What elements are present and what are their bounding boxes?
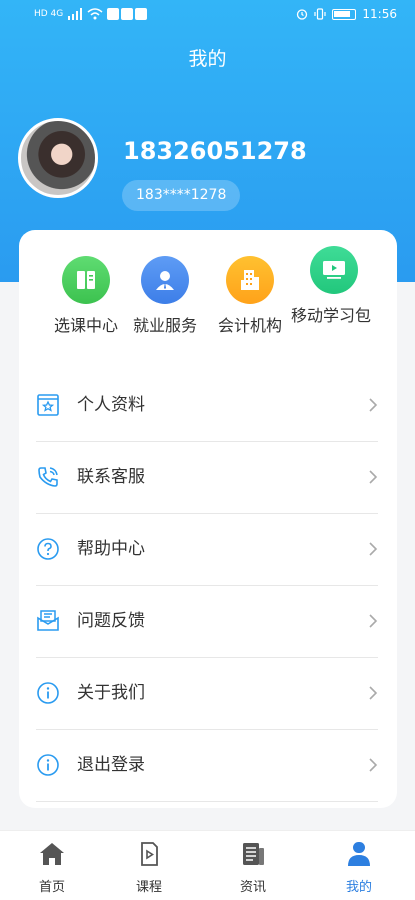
vibrate-icon: [314, 8, 327, 20]
tab-label: 课程: [135, 880, 162, 895]
battery-icon: [332, 8, 357, 20]
menu-item-label: 关于我们: [77, 683, 145, 703]
news-icon: [243, 843, 264, 865]
building-icon: [226, 256, 274, 304]
home-icon: [40, 843, 64, 865]
avatar[interactable]: [18, 118, 98, 198]
menu-item-logout[interactable]: 退出登录: [19, 730, 397, 802]
menu-item-about[interactable]: 关于我们: [19, 658, 397, 730]
quick-actions: 选课中心 就业服务 会计机构 移动学习包: [19, 240, 397, 380]
phone-icon: [38, 467, 58, 487]
user-icon: [348, 842, 370, 866]
quick-action-label: 会计机构: [217, 316, 282, 335]
help-icon: [37, 538, 59, 560]
profile-card-icon: [37, 394, 59, 416]
chevron-right-icon: [369, 686, 378, 700]
tab-label: 首页: [38, 880, 65, 895]
status-time: 11:56: [362, 7, 397, 21]
menu-item-label: 退出登录: [77, 755, 145, 775]
quick-action-employment[interactable]: 就业服务: [120, 240, 210, 337]
person-icon: [141, 256, 189, 304]
bottom-tab-bar: 首页 课程 资讯 我的: [0, 830, 415, 900]
menu-item-help-center[interactable]: 帮助中心: [19, 514, 397, 586]
menu-item-label: 个人资料: [77, 395, 145, 415]
menu-item-profile[interactable]: 个人资料: [19, 370, 397, 442]
feedback-icon: [37, 610, 59, 631]
quick-action-label: 选课中心: [53, 316, 118, 335]
menu-item-label: 帮助中心: [77, 539, 145, 559]
chevron-right-icon: [369, 614, 378, 628]
tab-mine[interactable]: 我的: [324, 841, 394, 895]
quick-action-course-center[interactable]: 选课中心: [41, 240, 131, 337]
menu-item-label: 联系客服: [77, 467, 145, 487]
user-name: 18326051278: [123, 137, 307, 165]
info-icon: [37, 682, 59, 704]
status-bar: HD 4G 11:56: [0, 0, 415, 32]
video-icon: [310, 246, 358, 294]
quick-action-label: 移动学习包: [291, 306, 372, 325]
menu-divider: [36, 801, 378, 802]
tab-label: 资讯: [239, 880, 266, 895]
chevron-right-icon: [369, 470, 378, 484]
menu-item-feedback[interactable]: 问题反馈: [19, 586, 397, 658]
page-title: 我的: [188, 48, 227, 70]
quick-action-accounting[interactable]: 会计机构: [205, 240, 295, 337]
chevron-right-icon: [369, 398, 378, 412]
menu-list: 个人资料 联系客服 帮助中心 问题反馈 关于我们 退出登录: [19, 370, 397, 802]
tab-course[interactable]: 课程: [114, 841, 184, 895]
alarm-icon: [297, 9, 308, 20]
status-right: 11:56: [296, 7, 397, 21]
chevron-right-icon: [369, 542, 378, 556]
quick-action-label: 就业服务: [132, 316, 197, 335]
menu-item-customer-service[interactable]: 联系客服: [19, 442, 397, 514]
user-phone-badge: 183****1278: [122, 180, 241, 211]
app-notification-icon: [107, 8, 148, 20]
status-indicators: HD 4G: [34, 8, 148, 20]
chevron-right-icon: [369, 758, 378, 772]
network-label: HD 4G: [34, 9, 64, 19]
menu-item-label: 问题反馈: [77, 611, 145, 631]
profile-card: 选课中心 就业服务 会计机构 移动学习包 个人资料 联系客服 帮助中心 问题反馈…: [19, 230, 397, 808]
tab-news[interactable]: 资讯: [218, 841, 288, 895]
book-icon: [62, 256, 110, 304]
signal-icon: [68, 8, 83, 20]
tab-label: 我的: [345, 880, 372, 895]
course-icon: [141, 842, 158, 866]
tab-home[interactable]: 首页: [17, 841, 87, 895]
wifi-icon: [87, 8, 103, 20]
logout-info-icon: [37, 754, 59, 776]
quick-action-mobile-learning[interactable]: 移动学习包: [289, 240, 379, 327]
